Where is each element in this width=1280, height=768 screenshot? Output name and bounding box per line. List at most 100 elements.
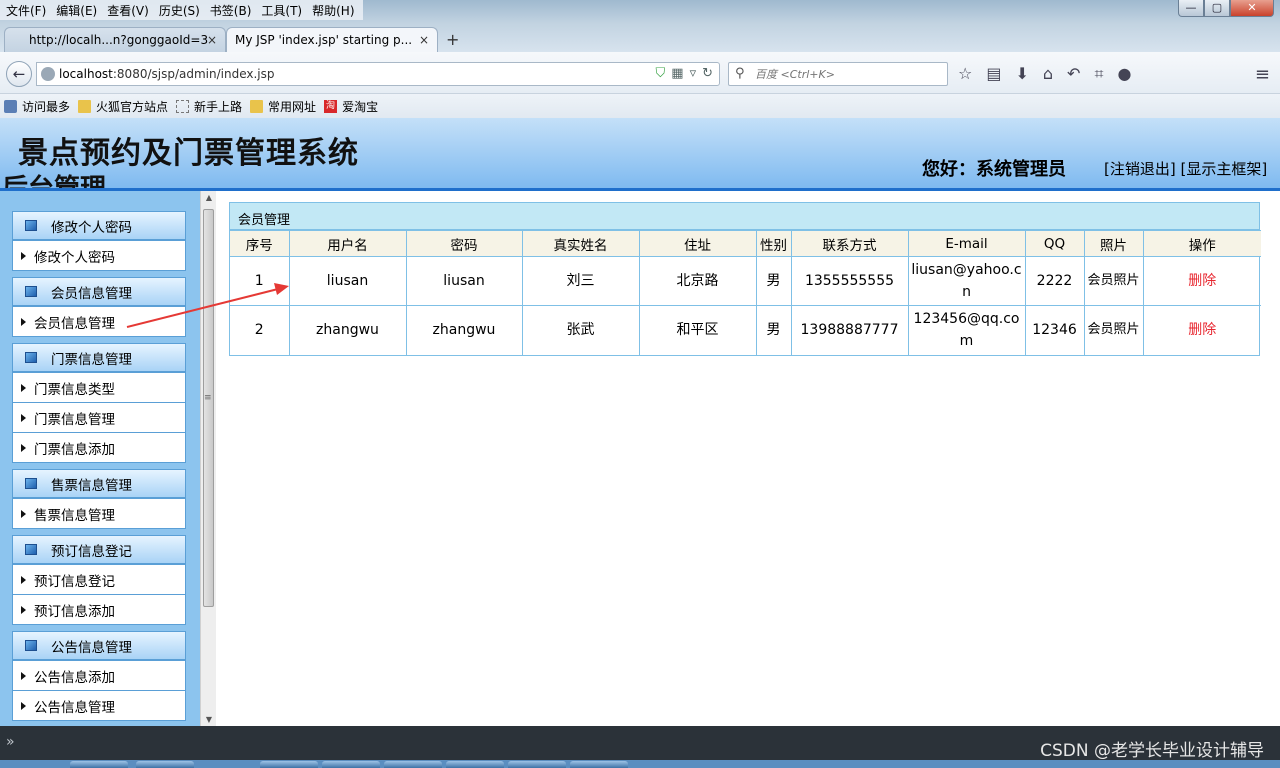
header-links: [注销退出] [显示主框架]	[1104, 158, 1267, 179]
cell-real-name: 张武	[521, 305, 640, 355]
menu-history[interactable]: 历史(S)	[155, 0, 206, 20]
sidebar-group-header[interactable]: 公告信息管理	[13, 632, 185, 660]
bookmark-most-visited[interactable]: 访问最多	[4, 98, 70, 115]
menu-bookmarks[interactable]: 书签(B)	[206, 0, 258, 20]
sidebar-group-header[interactable]: 会员信息管理	[13, 278, 185, 306]
navigation-toolbar: ← localhost:8080/sjsp/admin/index.jsp ⛉ …	[0, 52, 1280, 94]
home-icon[interactable]: ⌂	[1043, 64, 1053, 84]
sidebar-item-member-management[interactable]: 会员信息管理	[13, 306, 185, 336]
browser-status-bar: » CSDN @老学长毕业设计辅导	[0, 726, 1280, 761]
hamburger-menu-icon[interactable]: ≡	[1255, 64, 1270, 85]
show-main-frame-link[interactable]: [显示主框架]	[1181, 160, 1268, 178]
cell-index: 1	[230, 256, 290, 306]
triangle-right-icon	[21, 413, 26, 422]
triangle-right-icon	[21, 605, 26, 614]
taskbar-app[interactable]	[70, 761, 128, 768]
triangle-right-icon	[21, 443, 26, 452]
cell-action: 删除	[1142, 305, 1261, 355]
menu-help[interactable]: 帮助(H)	[308, 0, 360, 20]
back-button[interactable]: ←	[6, 61, 32, 87]
undo-icon[interactable]: ↶	[1067, 64, 1080, 84]
cell-index: 2	[230, 305, 290, 355]
sidebar-group-header[interactable]: 修改个人密码	[13, 212, 185, 240]
search-input[interactable]	[753, 65, 943, 83]
taskbar-app[interactable]	[384, 761, 442, 768]
minimize-button[interactable]: —	[1178, 0, 1204, 17]
delete-link[interactable]: 删除	[1188, 322, 1216, 338]
column-header: 用户名	[288, 230, 407, 257]
column-header: 真实姓名	[521, 230, 640, 257]
tab-gonggao[interactable]: http://localh...n?gonggaoId=3 ×	[4, 27, 226, 52]
scroll-down-arrow-icon[interactable]: ▼	[201, 715, 217, 724]
taskbar-app[interactable]	[136, 761, 194, 768]
bookmark-common-sites[interactable]: 常用网址	[250, 98, 316, 115]
bookmark-aitaobao[interactable]: 淘 爱淘宝	[324, 98, 378, 115]
sidebar-group-password: 修改个人密码 修改个人密码	[12, 211, 186, 271]
taskbar-app[interactable]	[446, 761, 504, 768]
reload-icon[interactable]: ↻	[702, 66, 713, 81]
table-row: 1 liusan liusan 刘三 北京路 男 1355555555 lius…	[230, 256, 1261, 306]
close-window-button[interactable]: ✕	[1230, 0, 1274, 17]
chevron-right-icon[interactable]: »	[6, 734, 15, 750]
sidebar-item-sales-management[interactable]: 售票信息管理	[13, 498, 185, 528]
menu-view[interactable]: 查看(V)	[103, 0, 155, 20]
column-header: 操作	[1142, 230, 1261, 257]
address-bar[interactable]: localhost:8080/sjsp/admin/index.jsp ⛉ ▦ …	[36, 62, 720, 86]
reading-list-icon[interactable]: ▤	[986, 64, 1001, 84]
search-box[interactable]: ⚲	[728, 62, 948, 86]
tab-index-jsp[interactable]: My JSP 'index.jsp' starting p... ×	[226, 27, 438, 52]
sidebar-group-header[interactable]: 预订信息登记	[13, 536, 185, 564]
triangle-right-icon	[21, 251, 26, 260]
sidebar-group-notices: 公告信息管理 公告信息添加 公告信息管理	[12, 631, 186, 721]
sidebar-scrollbar[interactable]: ▲ ▼	[200, 191, 216, 726]
taskbar-app[interactable]	[322, 761, 380, 768]
menu-file[interactable]: 文件(F)	[2, 0, 52, 20]
tab-close-icon[interactable]: ×	[419, 33, 429, 47]
column-header: 序号	[230, 230, 290, 257]
sidebar-item-reservation-add[interactable]: 预订信息添加	[13, 594, 185, 624]
sidebar-item-notice-add[interactable]: 公告信息添加	[13, 660, 185, 690]
sidebar-item-reservation-register[interactable]: 预订信息登记	[13, 564, 185, 594]
table-header-row: 序号 用户名 密码 真实姓名 住址 性别 联系方式 E-mail QQ 照片 操…	[230, 230, 1261, 257]
taskbar-app[interactable]	[508, 761, 566, 768]
sidebar-item-notice-management[interactable]: 公告信息管理	[13, 690, 185, 720]
cell-username: liusan	[288, 256, 407, 306]
sidebar-item-change-password[interactable]: 修改个人密码	[13, 240, 185, 270]
crop-icon[interactable]: ⌗	[1094, 64, 1103, 84]
menu-tools[interactable]: 工具(T)	[257, 0, 308, 20]
taskbar-app[interactable]	[570, 761, 628, 768]
qr-icon[interactable]: ▦	[671, 66, 683, 81]
sidebar-group-header[interactable]: 门票信息管理	[13, 344, 185, 372]
bookmark-firefox-site[interactable]: 火狐官方站点	[78, 98, 168, 115]
scrollbar-thumb[interactable]	[203, 209, 214, 607]
sidebar: 修改个人密码 修改个人密码 会员信息管理 会员信息管理 门票信息管理 门票信息类…	[0, 191, 200, 726]
delete-link[interactable]: 删除	[1188, 273, 1216, 289]
bookmarks-bar: 访问最多 火狐官方站点 新手上路 常用网址 淘 爱淘宝	[0, 94, 1280, 118]
url-text[interactable]: localhost:8080/sjsp/admin/index.jsp	[59, 67, 275, 81]
menu-edit[interactable]: 编辑(E)	[52, 0, 103, 20]
logout-link[interactable]: [注销退出]	[1104, 160, 1176, 178]
column-header: 照片	[1083, 230, 1144, 257]
sidebar-group-header[interactable]: 售票信息管理	[13, 470, 185, 498]
scroll-up-arrow-icon[interactable]: ▲	[201, 193, 217, 202]
dropdown-icon[interactable]: ▿	[690, 66, 697, 81]
sidebar-item-ticket-types[interactable]: 门票信息类型	[13, 372, 185, 402]
column-header: 联系方式	[790, 230, 909, 257]
sidebar-item-ticket-management[interactable]: 门票信息管理	[13, 402, 185, 432]
sidebar-item-ticket-add[interactable]: 门票信息添加	[13, 432, 185, 462]
new-tab-button[interactable]: +	[446, 30, 459, 49]
bookmark-getting-started[interactable]: 新手上路	[176, 98, 242, 115]
tab-close-icon[interactable]: ×	[207, 33, 217, 47]
taskbar-app[interactable]	[260, 761, 318, 768]
cell-photo: 会员照片	[1083, 305, 1144, 355]
download-icon[interactable]: ⬇	[1015, 64, 1028, 84]
browser-menubar: 文件(F) 编辑(E) 查看(V) 历史(S) 书签(B) 工具(T) 帮助(H…	[0, 0, 363, 20]
chat-icon[interactable]: ●	[1117, 64, 1131, 84]
tab-bar: http://localh...n?gonggaoId=3 × My JSP '…	[0, 26, 1280, 52]
star-icon[interactable]: ☆	[958, 64, 972, 84]
cell-real-name: 刘三	[521, 256, 640, 306]
frame-resize-grip-icon[interactable]: ≡	[204, 393, 212, 403]
shield-icon[interactable]: ⛉	[656, 66, 666, 81]
watermark: CSDN @老学长毕业设计辅导	[1040, 741, 1264, 761]
maximize-button[interactable]: ▢	[1204, 0, 1230, 17]
